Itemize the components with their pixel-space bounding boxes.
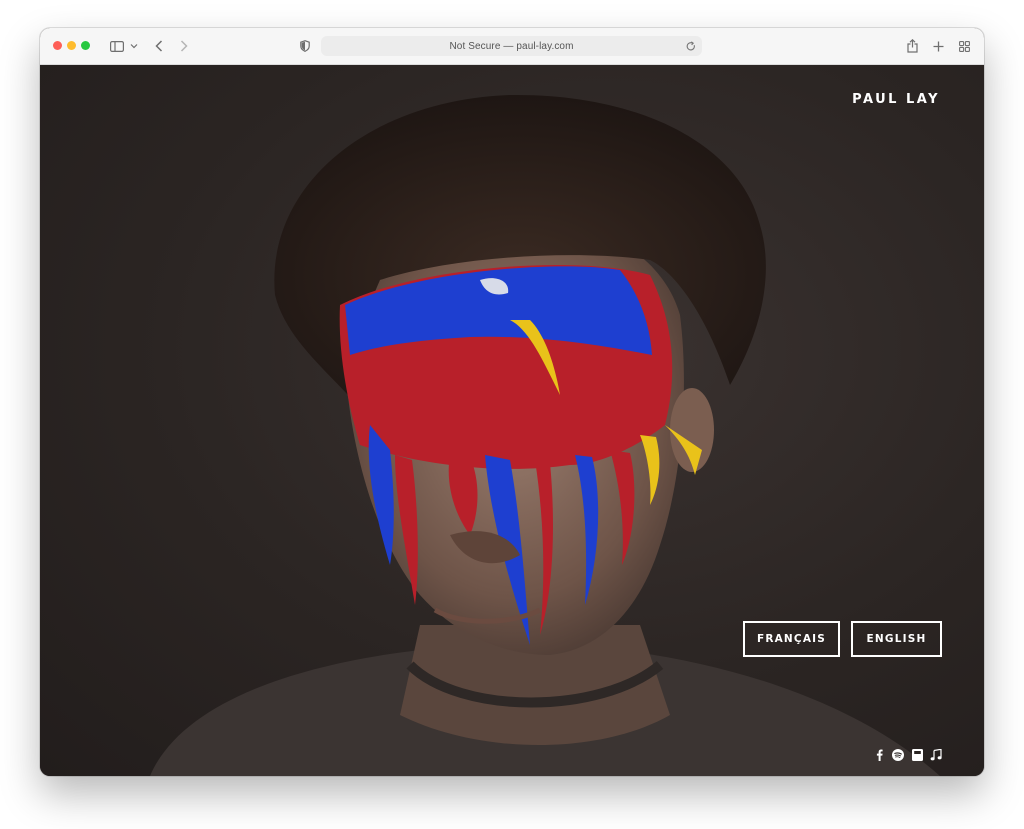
music-note-icon[interactable] xyxy=(929,748,943,762)
bandcamp-icon[interactable] xyxy=(910,748,924,762)
tab-overview-icon[interactable] xyxy=(957,28,971,64)
browser-window: Not Secure — paul-lay.com PAUL LAY FRANÇ… xyxy=(40,28,984,776)
close-window-button[interactable] xyxy=(53,41,62,50)
french-language-button[interactable]: FRANÇAIS xyxy=(743,621,840,657)
spotify-icon[interactable] xyxy=(891,748,905,762)
facebook-icon[interactable] xyxy=(872,748,886,762)
browser-toolbar: Not Secure — paul-lay.com xyxy=(40,28,984,65)
hero-section: PAUL LAY FRANÇAIS ENGLISH xyxy=(40,65,984,776)
chevron-down-icon[interactable] xyxy=(129,28,139,64)
share-icon[interactable] xyxy=(905,28,919,64)
forward-icon[interactable] xyxy=(177,28,191,64)
site-brand[interactable]: PAUL LAY xyxy=(852,92,940,107)
address-text: Not Secure — paul-lay.com xyxy=(449,40,574,52)
zoom-window-button[interactable] xyxy=(81,41,90,50)
address-bar[interactable]: Not Secure — paul-lay.com xyxy=(321,36,702,56)
sidebar-icon[interactable] xyxy=(108,28,126,64)
hero-portrait-image xyxy=(150,94,940,776)
minimize-window-button[interactable] xyxy=(67,41,76,50)
new-tab-icon[interactable] xyxy=(931,28,945,64)
shield-icon[interactable] xyxy=(298,28,312,64)
english-language-button[interactable]: ENGLISH xyxy=(851,621,942,657)
back-icon[interactable] xyxy=(152,28,166,64)
reload-icon[interactable] xyxy=(686,39,696,57)
